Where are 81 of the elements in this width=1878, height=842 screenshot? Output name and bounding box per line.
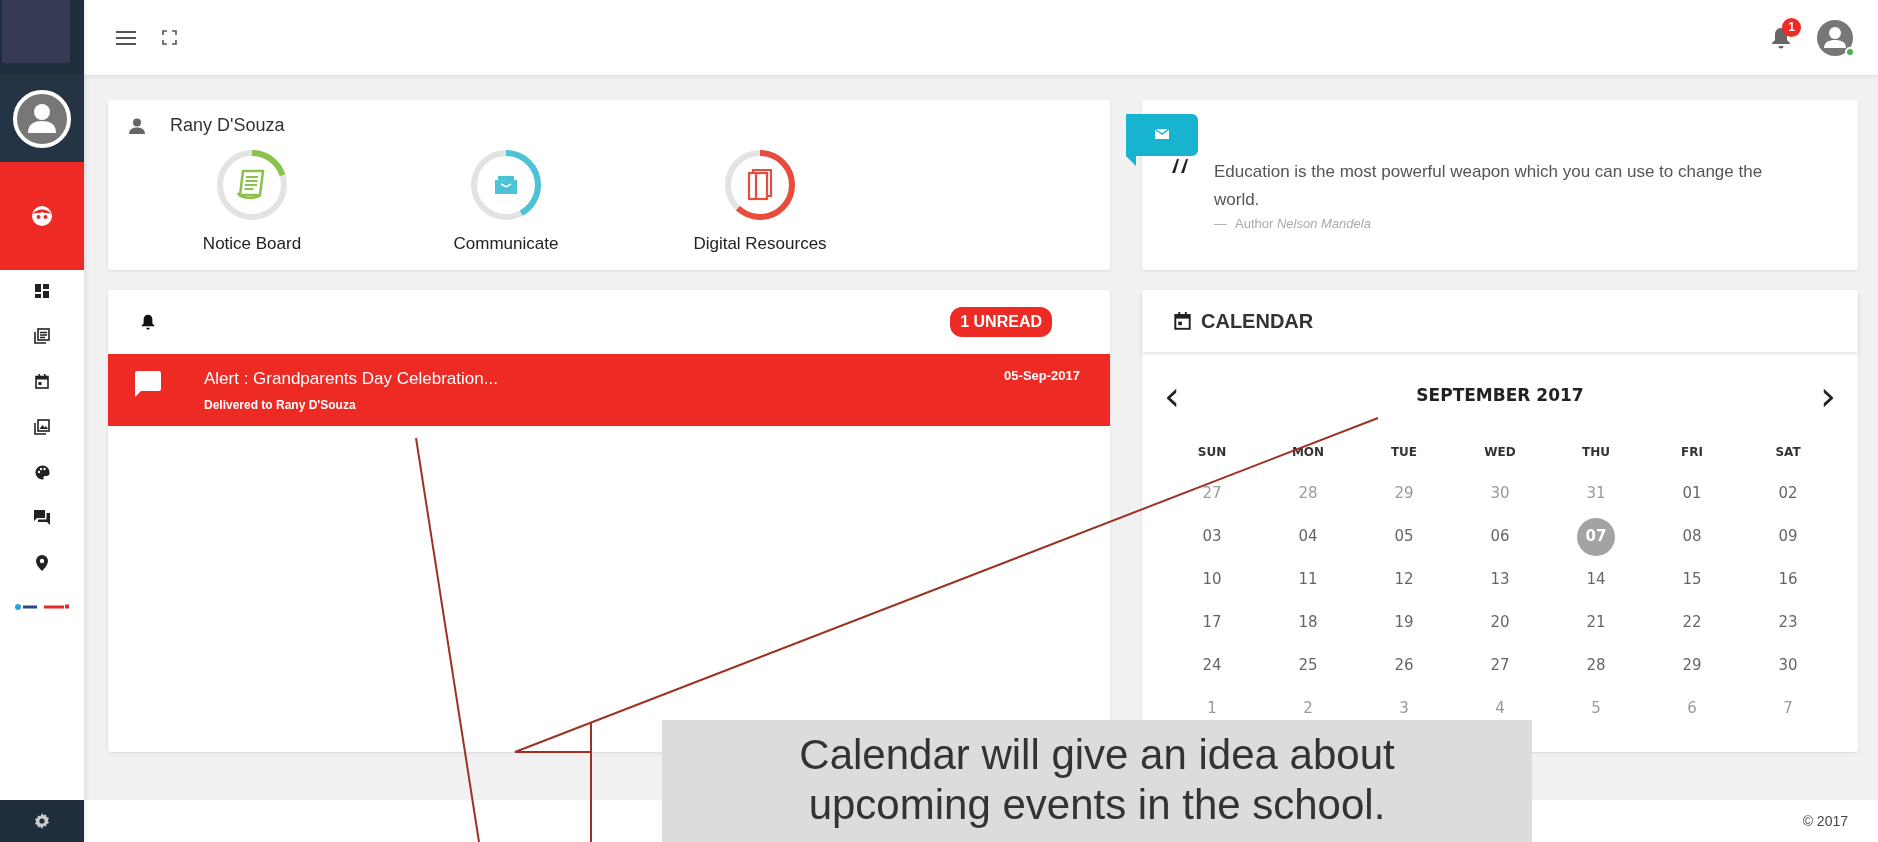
module-label[interactable]: Notice Board xyxy=(202,231,302,257)
message-icon xyxy=(134,370,162,398)
calendar-day[interactable]: 19 xyxy=(1389,609,1419,636)
alert-date: 05-Sep-2017 xyxy=(1004,367,1080,385)
calendar-day[interactable]: 26 xyxy=(1389,652,1419,679)
calendar-day[interactable]: 28 xyxy=(1293,480,1323,507)
inbox-icon xyxy=(495,176,517,194)
calendar-day[interactable]: 31 xyxy=(1581,480,1611,507)
fullscreen-icon[interactable] xyxy=(162,30,177,45)
calendar-day[interactable]: 29 xyxy=(1389,480,1419,507)
weekday-label: SUN xyxy=(1197,445,1227,459)
dashboard-icon[interactable] xyxy=(35,284,49,298)
calendar-day[interactable]: 22 xyxy=(1677,609,1707,636)
menu-icon[interactable] xyxy=(116,30,136,45)
weekday-label: THU xyxy=(1582,445,1610,459)
calendar-day[interactable]: 6 xyxy=(1677,695,1707,722)
next-month-button[interactable]: › xyxy=(1820,376,1836,416)
calendar-day[interactable]: 08 xyxy=(1677,523,1707,550)
weekday-label: SAT xyxy=(1775,445,1801,459)
brand-logo-drawing xyxy=(14,601,70,611)
weekday-label: TUE xyxy=(1390,445,1418,459)
calendar-day[interactable]: 30 xyxy=(1773,652,1803,679)
calendar-day[interactable]: 29 xyxy=(1677,652,1707,679)
documents-icon[interactable] xyxy=(34,328,50,344)
previous-month-button[interactable]: ‹ xyxy=(1164,376,1180,416)
weekday-label: FRI xyxy=(1681,445,1703,459)
gallery-icon[interactable] xyxy=(34,419,50,435)
notice-scroll-icon xyxy=(237,169,267,201)
quote-author: Author Nelson Mandela xyxy=(1235,215,1371,234)
person-icon xyxy=(128,117,146,134)
calendar-day[interactable]: 14 xyxy=(1581,566,1611,593)
calendar-day[interactable]: 10 xyxy=(1197,566,1227,593)
calendar-day[interactable]: 30 xyxy=(1485,480,1515,507)
alert-recipient: Delivered to Rany D'Souza xyxy=(204,396,357,414)
calendar-day[interactable]: 04 xyxy=(1293,523,1323,550)
notification-count: 1 xyxy=(1782,17,1801,37)
calendar-day[interactable]: 17 xyxy=(1197,609,1227,636)
calendar-day[interactable]: 05 xyxy=(1389,523,1419,550)
calendar-day[interactable]: 01 xyxy=(1677,480,1707,507)
bell-icon xyxy=(140,313,156,331)
calendar-day[interactable]: 15 xyxy=(1677,566,1707,593)
location-pin-icon[interactable] xyxy=(36,555,48,571)
profile-name: Rany D'Souza xyxy=(170,114,285,137)
calendar-day[interactable]: 3 xyxy=(1389,695,1419,722)
calendar-day[interactable]: 20 xyxy=(1485,609,1515,636)
module-label[interactable]: Communicate xyxy=(453,231,559,257)
quote-text: Education is the most powerful weapon which you can use to change the world. xyxy=(1214,161,1764,212)
settings-icon[interactable] xyxy=(34,813,50,829)
calendar-day[interactable]: 18 xyxy=(1293,609,1323,636)
calendar-icon xyxy=(1174,312,1191,330)
calendar-day[interactable]: 03 xyxy=(1197,523,1227,550)
calendar-day[interactable]: 23 xyxy=(1773,609,1803,636)
face-icon[interactable] xyxy=(31,205,53,227)
alert-title: Alert : Grandparents Day Celebration... xyxy=(204,368,498,390)
calendar-day[interactable]: 13 xyxy=(1485,566,1515,593)
calendar-icon[interactable] xyxy=(35,374,49,389)
avatar-icon[interactable] xyxy=(12,88,72,149)
weekday-label: WED xyxy=(1484,445,1516,459)
calendar-title: CALENDAR xyxy=(1201,309,1314,334)
calendar-day[interactable]: 09 xyxy=(1773,523,1803,550)
module-label[interactable]: Digital Resources xyxy=(693,231,827,257)
calendar-day[interactable]: 02 xyxy=(1773,480,1803,507)
copyright-text: © 2017 xyxy=(1802,811,1848,831)
dash: — xyxy=(1214,215,1227,234)
calendar-day[interactable]: 27 xyxy=(1485,652,1515,679)
user-avatar-icon[interactable] xyxy=(1816,18,1854,57)
book-icon xyxy=(747,169,773,201)
calendar-day[interactable]: 28 xyxy=(1581,652,1611,679)
palette-icon[interactable] xyxy=(34,465,50,480)
month-title: SEPTEMBER 2017 xyxy=(1416,384,1584,408)
calendar-day[interactable]: 12 xyxy=(1389,566,1419,593)
alert-item[interactable]: Alert : Grandparents Day Celebration... Delivered to Rany D'Souza 05-Sep-2017 xyxy=(108,354,1110,426)
calendar-day[interactable]: 11 xyxy=(1293,566,1323,593)
calendar-day[interactable]: 21 xyxy=(1581,609,1611,636)
chat-icon[interactable] xyxy=(34,510,50,525)
unread-badge: 1 UNREAD xyxy=(950,307,1052,337)
calendar-day[interactable]: 16 xyxy=(1773,566,1803,593)
calendar-day[interactable]: 24 xyxy=(1197,652,1227,679)
calendar-day[interactable]: 25 xyxy=(1293,652,1323,679)
callout-text: Calendar will give an idea about upcoming events in the school. xyxy=(662,720,1532,842)
calendar-day[interactable]: 06 xyxy=(1485,523,1515,550)
